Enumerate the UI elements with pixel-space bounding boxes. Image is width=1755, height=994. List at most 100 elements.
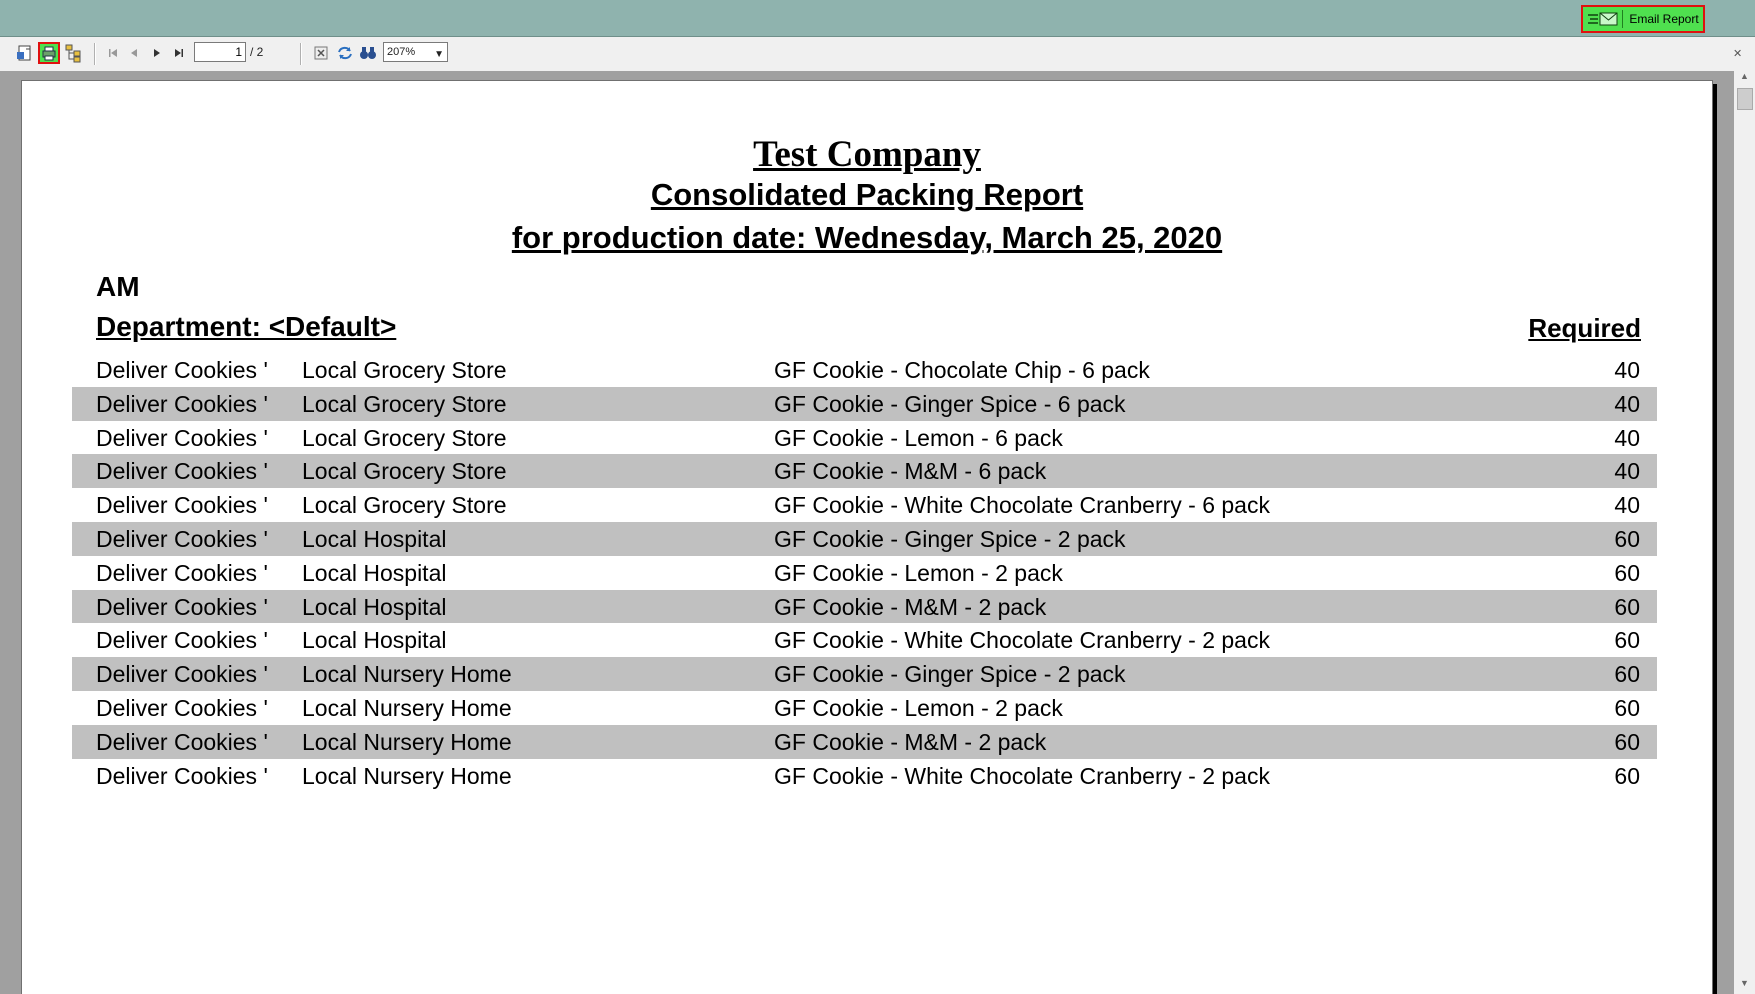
- item-cell: GF Cookie - Lemon - 6 pack: [774, 424, 1063, 451]
- required-column-header: Required: [1528, 313, 1641, 343]
- qty-cell: 60: [1614, 593, 1640, 620]
- task-cell: Deliver Cookies ': [96, 424, 268, 451]
- qty-cell: 40: [1614, 357, 1640, 383]
- shift-label: AM: [96, 271, 140, 302]
- table-row: Deliver Cookies ' Local Nursery Home GF Co…: [72, 759, 1657, 793]
- customer-cell: Local Nursery Home: [302, 694, 512, 721]
- item-cell: GF Cookie - M&M - 6 pack: [774, 458, 1047, 485]
- item-cell: GF Cookie - Lemon - 2 pack: [774, 559, 1063, 586]
- item-cell: GF Cookie - Ginger Spice - 6 pack: [774, 390, 1126, 417]
- table-row: Deliver Cookies ' Local Grocery Store GF C…: [72, 386, 1657, 421]
- customer-cell: Local Grocery Store: [302, 357, 507, 383]
- scroll-down-icon[interactable]: ▼: [1737, 978, 1752, 994]
- search-button[interactable]: [357, 42, 379, 64]
- current-page-input[interactable]: [194, 42, 246, 62]
- scroll-thumb[interactable]: [1737, 88, 1753, 110]
- tree-icon: [65, 44, 81, 63]
- last-page-icon: [175, 49, 183, 57]
- item-cell: GF Cookie - M&M - 2 pack: [774, 728, 1047, 755]
- task-cell: Deliver Cookies ': [96, 661, 268, 688]
- item-cell: GF Cookie - White Chocolate Cranberry - …: [774, 492, 1270, 519]
- qty-cell: 40: [1614, 458, 1640, 485]
- qty-cell: 60: [1614, 627, 1640, 654]
- next-page-button[interactable]: [146, 42, 168, 64]
- prev-page-icon: [131, 49, 137, 57]
- company-name: Test Company: [753, 134, 981, 175]
- email-report-icon: [1586, 10, 1623, 28]
- stop-button[interactable]: [310, 42, 332, 64]
- zoom-value: 207%: [387, 46, 416, 58]
- table-row: Deliver Cookies ' Local Grocery Store GF C…: [72, 488, 1657, 522]
- item-cell: GF Cookie - Ginger Spice - 2 pack: [774, 525, 1126, 552]
- table-row: Deliver Cookies ' Local Nursery Home GF Co…: [72, 657, 1657, 691]
- task-cell: Deliver Cookies ': [96, 525, 268, 552]
- customer-cell: Local Nursery Home: [302, 661, 512, 688]
- stop-icon: [314, 46, 328, 60]
- qty-cell: 60: [1614, 559, 1640, 586]
- qty-cell: 60: [1614, 694, 1640, 721]
- item-cell: GF Cookie - White Chocolate Cranberry - …: [774, 762, 1270, 789]
- item-cell: GF Cookie - Lemon - 2 pack: [774, 694, 1063, 721]
- table-row: Deliver Cookies ' Local Grocery Store GF C…: [72, 353, 1657, 387]
- task-cell: Deliver Cookies ': [96, 390, 268, 417]
- qty-cell: 60: [1614, 525, 1640, 552]
- item-cell: GF Cookie - White Chocolate Cranberry - …: [774, 627, 1270, 654]
- task-cell: Deliver Cookies ': [96, 593, 268, 620]
- binoculars-icon: [360, 47, 376, 59]
- table-row: Deliver Cookies ' Local Nursery Home GF Co…: [72, 691, 1657, 725]
- close-view-icon[interactable]: ✕: [1733, 47, 1742, 60]
- top-bar: Email Report: [0, 0, 1755, 37]
- vertical-scrollbar[interactable]: ▲ ▼: [1734, 71, 1755, 994]
- total-pages-label: / 2: [250, 45, 264, 59]
- report-viewer: Test Company Consolidated Packing Report…: [0, 71, 1734, 994]
- table-row: Deliver Cookies ' Local Grocery Store GF C…: [72, 454, 1657, 489]
- first-page-button[interactable]: [102, 42, 124, 64]
- table-row: Deliver Cookies ' Local Nursery Home GF Co…: [72, 724, 1657, 759]
- item-cell: GF Cookie - M&M - 2 pack: [774, 593, 1047, 620]
- table-row: Deliver Cookies ' Local Hospital GF Cookie…: [72, 623, 1657, 657]
- toolbar-divider: [300, 43, 302, 65]
- report-page: Test Company Consolidated Packing Report…: [21, 80, 1713, 994]
- export-icon: [17, 45, 31, 61]
- refresh-button[interactable]: [334, 42, 356, 64]
- customer-cell: Local Hospital: [302, 525, 447, 552]
- print-icon: [42, 46, 56, 61]
- print-button[interactable]: [38, 42, 60, 64]
- customer-cell: Local Grocery Store: [302, 492, 507, 519]
- next-page-icon: [154, 49, 160, 57]
- table-row: Deliver Cookies ' Local Grocery Store GF C…: [72, 421, 1657, 455]
- email-report-label: Email Report: [1629, 12, 1699, 26]
- item-cell: GF Cookie - Ginger Spice - 2 pack: [774, 661, 1126, 688]
- task-cell: Deliver Cookies ': [96, 492, 268, 519]
- task-cell: Deliver Cookies ': [96, 627, 268, 654]
- qty-cell: 60: [1614, 762, 1640, 789]
- report-title: Consolidated Packing Report: [650, 177, 1084, 212]
- export-button[interactable]: [14, 42, 36, 64]
- group-tree-button[interactable]: [63, 42, 85, 64]
- chevron-down-icon: ▼: [434, 49, 444, 60]
- qty-cell: 40: [1614, 390, 1640, 417]
- customer-cell: Local Grocery Store: [302, 390, 507, 417]
- table-row: Deliver Cookies ' Local Hospital GF Cookie…: [72, 556, 1657, 590]
- email-report-button[interactable]: Email Report: [1581, 5, 1705, 33]
- customer-cell: Local Grocery Store: [302, 424, 507, 451]
- qty-cell: 60: [1614, 661, 1640, 688]
- qty-cell: 40: [1614, 492, 1640, 519]
- scroll-up-icon[interactable]: ▲: [1737, 71, 1752, 87]
- task-cell: Deliver Cookies ': [96, 762, 268, 789]
- customer-cell: Local Nursery Home: [302, 728, 512, 755]
- table-row: Deliver Cookies ' Local Hospital GF Cookie…: [72, 521, 1657, 556]
- table-row: Deliver Cookies ' Local Hospital GF Cookie…: [72, 589, 1657, 624]
- last-page-button[interactable]: [168, 42, 190, 64]
- task-cell: Deliver Cookies ': [96, 357, 268, 383]
- customer-cell: Local Grocery Store: [302, 458, 507, 485]
- customer-cell: Local Hospital: [302, 593, 447, 620]
- first-page-icon: [109, 49, 117, 57]
- qty-cell: 40: [1614, 424, 1640, 451]
- report-rows: Deliver Cookies ' Local Grocery Store GF C…: [72, 353, 1657, 792]
- zoom-select[interactable]: 207% ▼: [383, 42, 448, 62]
- prev-page-button[interactable]: [123, 42, 145, 64]
- task-cell: Deliver Cookies ': [96, 559, 268, 586]
- department-header: Department: <Default>: [96, 311, 397, 342]
- customer-cell: Local Nursery Home: [302, 762, 512, 789]
